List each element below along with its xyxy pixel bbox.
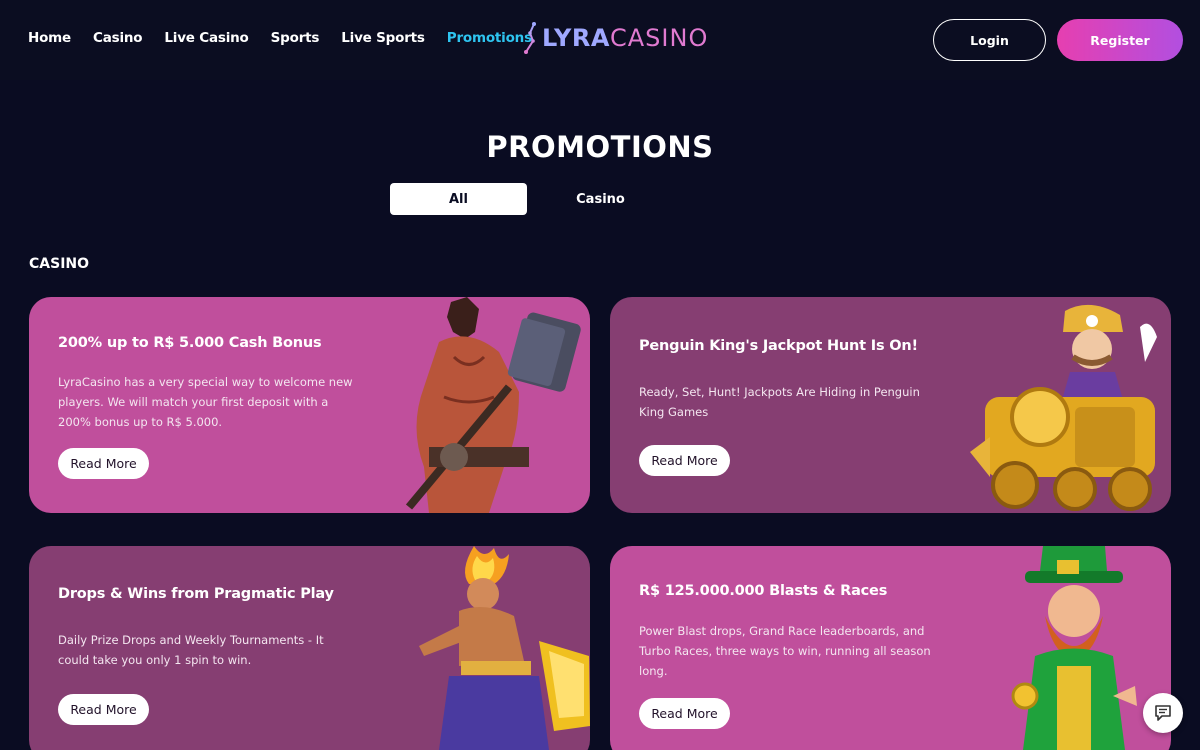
read-more-button[interactable]: Read More — [639, 698, 730, 729]
brand-logo[interactable]: LYRA CASINO — [521, 20, 708, 56]
tab-casino[interactable]: Casino — [532, 183, 669, 215]
nav-home[interactable]: Home — [28, 30, 71, 46]
card-description: LyraCasino has a very special way to wel… — [58, 375, 353, 429]
warrior-with-hammer-illustration — [405, 297, 581, 513]
card-title: Penguin King's Jackpot Hunt Is On! — [639, 338, 918, 354]
card-title: R$ 125.000.000 Blasts & Races — [639, 583, 888, 599]
tab-all[interactable]: All — [390, 183, 527, 215]
constellation-logo-icon — [524, 22, 536, 54]
conductor-on-golden-train-illustration — [970, 304, 1157, 511]
login-button[interactable]: Login — [933, 19, 1046, 61]
card-title: 200% up to R$ 5.000 Cash Bonus — [58, 335, 322, 351]
read-more-button[interactable]: Read More — [58, 694, 149, 725]
card-title: Drops & Wins from Pragmatic Play — [58, 586, 334, 602]
promo-card[interactable]: Drops & Wins from Pragmatic Play Daily P… — [29, 546, 590, 750]
top-header: Home Casino Live Casino Sports Live Spor… — [0, 0, 1200, 80]
logo-text-lyra: LYRA — [542, 24, 610, 52]
chat-icon — [1155, 705, 1171, 721]
nav-sports[interactable]: Sports — [271, 30, 320, 46]
promo-card[interactable]: 200% up to R$ 5.000 Cash Bonus LyraCasin… — [29, 297, 590, 513]
nav-live-sports[interactable]: Live Sports — [341, 30, 425, 46]
logo-text-casino: CASINO — [610, 24, 709, 52]
read-more-button[interactable]: Read More — [58, 448, 149, 479]
section-title-casino: CASINO — [29, 256, 90, 272]
nav-casino[interactable]: Casino — [93, 30, 143, 46]
read-more-button[interactable]: Read More — [639, 445, 730, 476]
card-description: Daily Prize Drops and Weekly Tournaments… — [58, 633, 324, 667]
nav-promotions[interactable]: Promotions — [447, 30, 532, 46]
main-nav: Home Casino Live Casino Sports Live Spor… — [28, 30, 554, 46]
card-description: Ready, Set, Hunt! Jackpots Are Hiding in… — [639, 385, 920, 419]
nav-live-casino[interactable]: Live Casino — [164, 30, 248, 46]
page-title: PROMOTIONS — [486, 130, 714, 164]
flame-haired-genie-illustration — [419, 546, 590, 750]
card-description: Power Blast drops, Grand Race leaderboar… — [639, 624, 931, 678]
promo-card[interactable]: Penguin King's Jackpot Hunt Is On! Ready… — [610, 297, 1171, 513]
promo-card[interactable]: R$ 125.000.000 Blasts & Races Power Blas… — [610, 546, 1171, 750]
chat-button[interactable] — [1143, 693, 1183, 733]
register-button[interactable]: Register — [1057, 19, 1183, 61]
